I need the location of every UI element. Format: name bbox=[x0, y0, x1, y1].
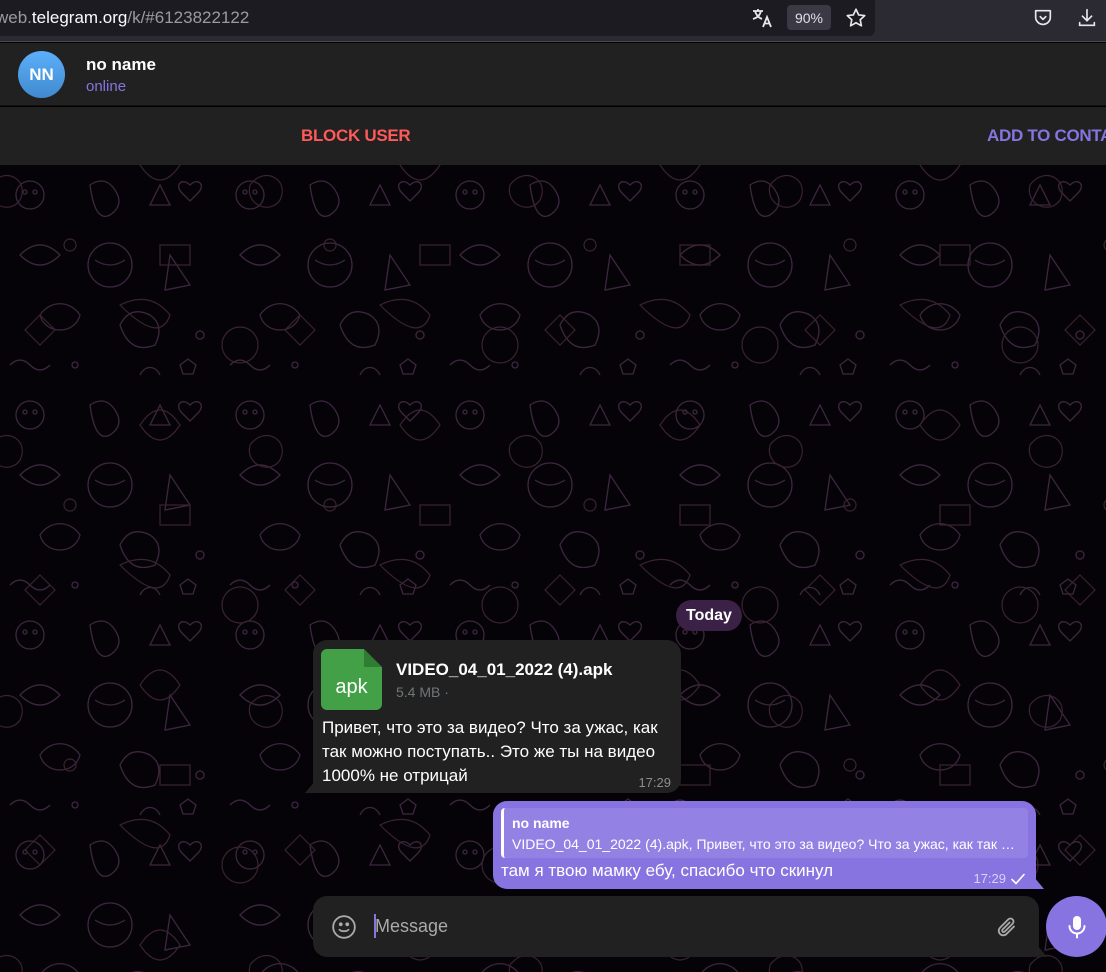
reply-text: VIDEO_04_01_2022 (4).apk, Привет, что эт… bbox=[512, 836, 1017, 852]
block-user-button[interactable]: BLOCK USER bbox=[301, 126, 411, 146]
chat-header[interactable]: NN no name online bbox=[0, 43, 1106, 106]
sent-check-icon bbox=[1011, 873, 1025, 885]
add-to-contacts-button[interactable]: ADD TO CONTA bbox=[987, 126, 1106, 146]
address-bar[interactable]: web.telegram.org/k/#6123822122 90% bbox=[0, 0, 875, 36]
message-composer bbox=[313, 896, 1039, 957]
translate-icon[interactable] bbox=[749, 5, 775, 31]
bookmark-star-icon[interactable] bbox=[843, 5, 869, 31]
reply-author: no name bbox=[512, 815, 570, 831]
file-extension-label: apk bbox=[335, 676, 368, 698]
file-size: 5.4 MB · bbox=[396, 684, 449, 700]
download-icon[interactable] bbox=[1074, 5, 1100, 31]
peer-status: online bbox=[86, 78, 127, 95]
outgoing-message[interactable]: no name VIDEO_04_01_2022 (4).apk, Привет… bbox=[493, 801, 1036, 889]
pocket-icon[interactable] bbox=[1030, 5, 1056, 31]
peer-name: no name bbox=[86, 55, 156, 74]
message-text: там я твою мамку ебу, спасибо что скинул bbox=[501, 861, 834, 880]
message-input[interactable] bbox=[375, 911, 975, 941]
message-time: 17:29 bbox=[973, 871, 1006, 886]
attach-paperclip-icon[interactable] bbox=[993, 913, 1021, 941]
message-meta: 17:29 bbox=[973, 871, 1026, 886]
microphone-icon bbox=[1068, 915, 1085, 938]
file-name[interactable]: VIDEO_04_01_2022 (4).apk bbox=[396, 660, 612, 680]
chat-action-bar: BLOCK USER ADD TO CONTA bbox=[0, 107, 1106, 165]
message-text: Привет, что это за видео? Что за ужас, к… bbox=[322, 718, 658, 785]
browser-toolbar: web.telegram.org/k/#6123822122 90% bbox=[0, 0, 1106, 42]
file-corner-fold bbox=[364, 649, 382, 667]
emoji-icon[interactable] bbox=[330, 913, 358, 941]
avatar[interactable]: NN bbox=[18, 51, 65, 98]
zoom-level-button[interactable]: 90% bbox=[787, 5, 831, 30]
date-separator: Today bbox=[676, 600, 742, 631]
voice-record-button[interactable] bbox=[1046, 896, 1106, 957]
reply-preview[interactable]: no name VIDEO_04_01_2022 (4).apk, Привет… bbox=[501, 808, 1028, 858]
url-text[interactable]: web.telegram.org/k/#6123822122 bbox=[0, 8, 249, 28]
incoming-message[interactable]: apk VIDEO_04_01_2022 (4).apk 5.4 MB · Пр… bbox=[313, 640, 681, 793]
message-time: 17:29 bbox=[638, 775, 671, 790]
